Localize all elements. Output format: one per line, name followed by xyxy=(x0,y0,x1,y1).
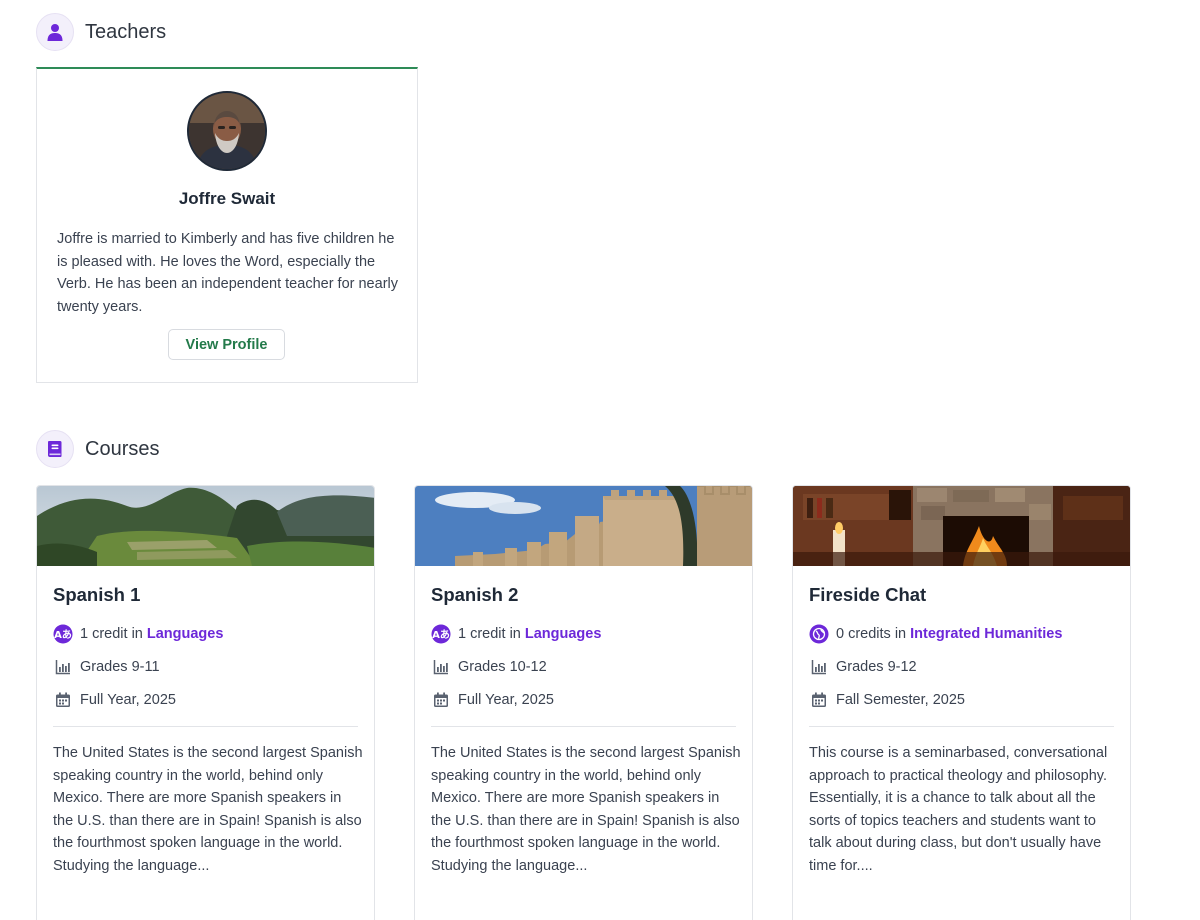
course-term-row: Full Year, 2025 xyxy=(431,690,554,710)
course-card-spanish-1[interactable]: Spanish 1 Aあ 1 credit in Languages Grade… xyxy=(36,485,375,920)
teacher-avatar xyxy=(187,91,267,171)
teachers-section-title: Teachers xyxy=(85,20,167,43)
course-term-row: Full Year, 2025 xyxy=(53,690,176,710)
grades-text: Grades 10-12 xyxy=(458,659,547,675)
course-description: The United States is the second largest … xyxy=(53,745,363,874)
subject-link[interactable]: Languages xyxy=(147,626,224,642)
courses-section-title: Courses xyxy=(85,437,160,460)
globe-icon xyxy=(809,624,829,644)
calendar-icon xyxy=(53,690,73,710)
course-title[interactable]: Spanish 2 xyxy=(431,584,518,606)
course-image-avila-walls xyxy=(415,486,752,566)
course-term-row: Fall Semester, 2025 xyxy=(809,690,965,710)
grades-text: Grades 9-12 xyxy=(836,659,917,675)
divider xyxy=(53,726,358,727)
languages-icon: Aあ xyxy=(431,624,451,644)
term-text: Fall Semester, 2025 xyxy=(836,692,965,708)
calendar-icon xyxy=(431,690,451,710)
course-description: This course is a seminarbased, conversat… xyxy=(809,745,1108,874)
course-title[interactable]: Fireside Chat xyxy=(809,584,926,606)
teacher-name: Joffre Swait xyxy=(178,189,276,208)
course-image-machu-picchu xyxy=(37,486,374,566)
languages-icon: Aあ xyxy=(53,624,73,644)
course-grades-row: Grades 10-12 xyxy=(431,657,547,677)
term-text: Full Year, 2025 xyxy=(458,692,554,708)
course-card-fireside-chat[interactable]: Fireside Chat 0 credits in Integrated Hu… xyxy=(792,485,1131,920)
calendar-icon xyxy=(809,690,829,710)
course-card-spanish-2[interactable]: Spanish 2 Aあ 1 credit in Languages Grade… xyxy=(414,485,753,920)
course-image-fireplace xyxy=(793,486,1130,566)
bar-chart-icon xyxy=(431,657,451,677)
course-credit-row: Aあ 1 credit in Languages xyxy=(53,624,223,644)
divider xyxy=(431,726,736,727)
grades-text: Grades 9-11 xyxy=(80,659,160,675)
course-grades-row: Grades 9-11 xyxy=(53,657,160,677)
course-credit-row: Aあ 1 credit in Languages xyxy=(431,624,601,644)
teachers-section-header: Teachers xyxy=(36,13,166,51)
book-icon xyxy=(36,430,74,468)
bar-chart-icon xyxy=(53,657,73,677)
subject-link[interactable]: Languages xyxy=(525,626,602,642)
course-title[interactable]: Spanish 1 xyxy=(53,584,140,606)
credit-text: 1 credit in xyxy=(458,626,521,642)
credit-text: 1 credit in xyxy=(80,626,143,642)
user-icon xyxy=(36,13,74,51)
subject-link[interactable]: Integrated Humanities xyxy=(910,626,1062,642)
credit-text: 0 credits in xyxy=(836,626,907,642)
course-grades-row: Grades 9-12 xyxy=(809,657,917,677)
divider xyxy=(809,726,1114,727)
courses-section-header: Courses xyxy=(36,430,159,468)
teacher-card: Joffre Swait Joffre is married to Kimber… xyxy=(36,67,418,383)
svg-text:Aあ: Aあ xyxy=(432,628,450,641)
bar-chart-icon xyxy=(809,657,829,677)
course-credit-row: 0 credits in Integrated Humanities xyxy=(809,624,1062,644)
view-profile-button[interactable]: View Profile xyxy=(168,329,285,360)
svg-text:Aあ: Aあ xyxy=(54,628,72,641)
course-description: The United States is the second largest … xyxy=(431,745,741,874)
term-text: Full Year, 2025 xyxy=(80,692,176,708)
teacher-bio: Joffre is married to Kimberly and has fi… xyxy=(57,231,398,315)
